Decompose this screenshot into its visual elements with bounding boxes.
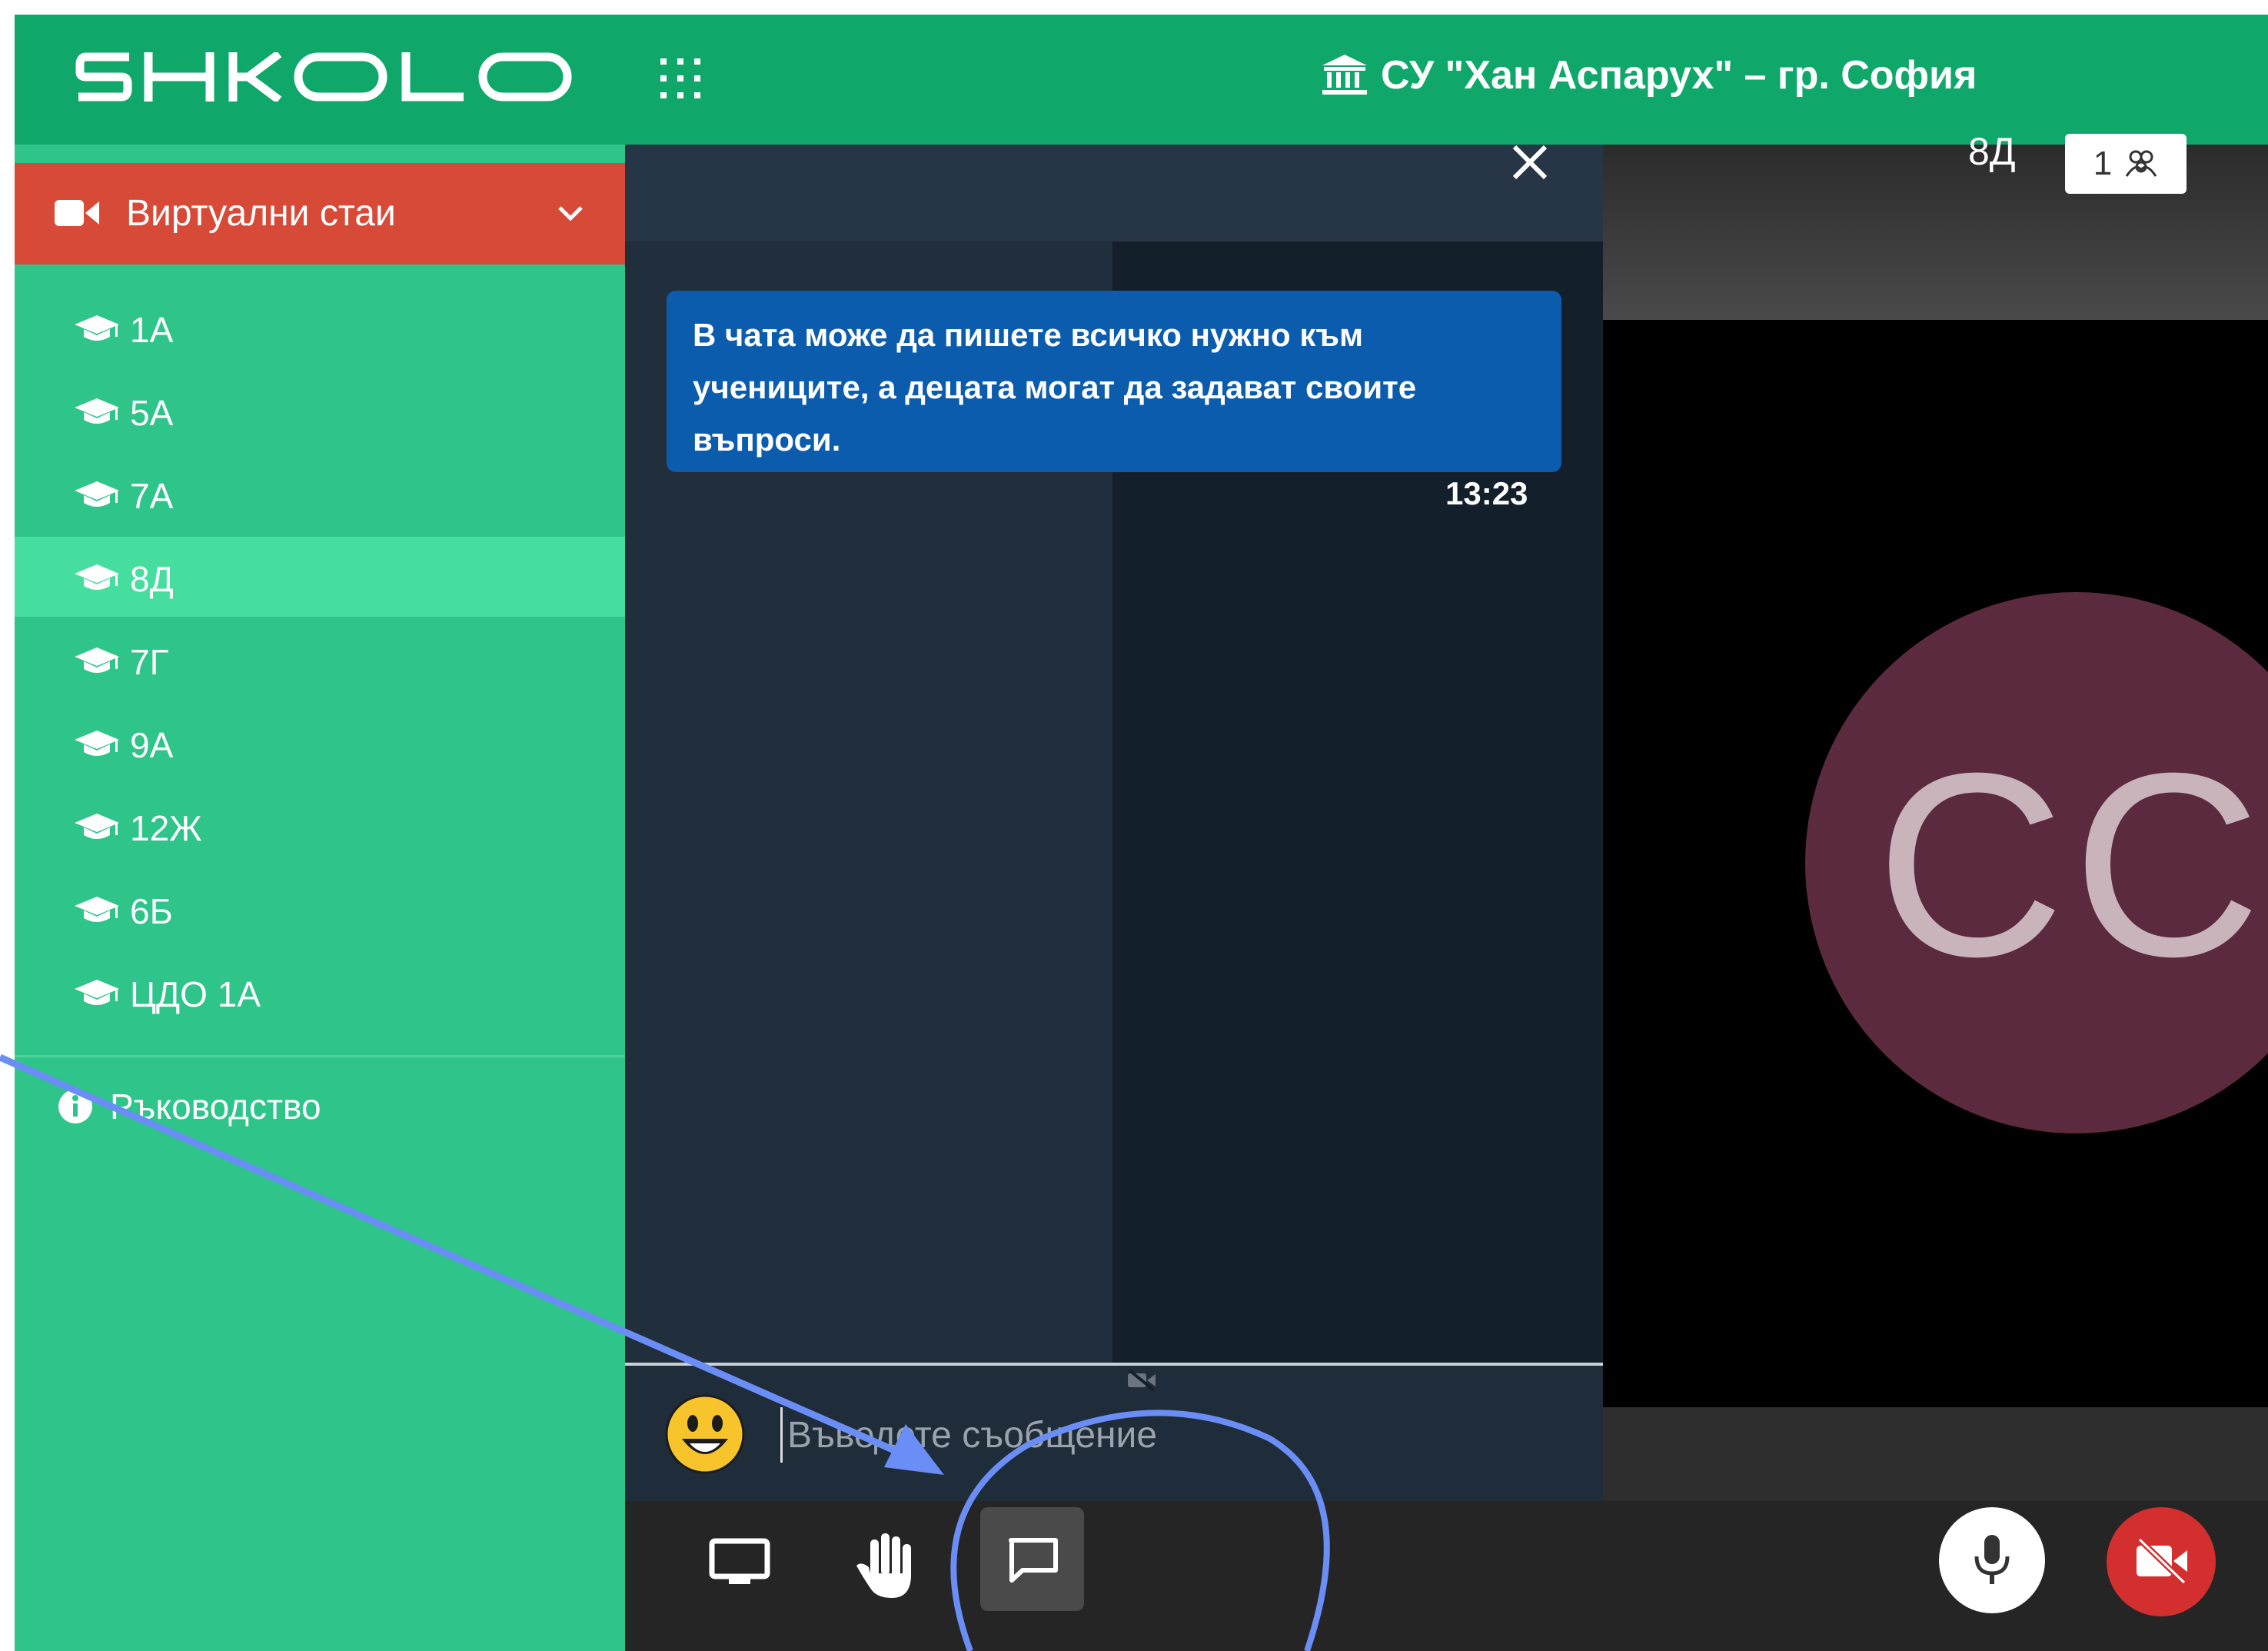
graduation-cap-icon bbox=[75, 814, 119, 839]
sidebar-item-class[interactable]: 6Б bbox=[15, 869, 625, 949]
graduation-cap-icon bbox=[75, 897, 119, 922]
chat-bubble-icon bbox=[1009, 1538, 1058, 1583]
class-label: 1А bbox=[130, 310, 174, 350]
bank-icon bbox=[1322, 55, 1367, 95]
chat-message-bubble: В чата може да пишете всичко нужно към у… bbox=[667, 291, 1561, 472]
camera-toggle-button[interactable] bbox=[2107, 1507, 2216, 1616]
class-label: 9А bbox=[130, 725, 174, 765]
class-label: 5А bbox=[130, 393, 174, 433]
graduation-cap-icon bbox=[75, 315, 119, 341]
participant-count: 1 bbox=[2093, 145, 2113, 182]
sidebar-item-class[interactable]: 8Д bbox=[15, 537, 625, 617]
sidebar-item-class[interactable]: 1А bbox=[15, 288, 625, 368]
sidebar-divider bbox=[15, 1055, 625, 1057]
video-bottom-strip bbox=[1603, 1407, 2268, 1501]
class-label: 7Г bbox=[130, 642, 169, 682]
class-label: 7А bbox=[130, 476, 174, 516]
sidebar-item-guide[interactable]: Ръководство bbox=[58, 1086, 321, 1127]
sidebar-item-class[interactable]: 9А bbox=[15, 703, 625, 783]
graduation-cap-icon bbox=[75, 481, 119, 507]
chat-message-time: 13:23 bbox=[1445, 475, 1528, 511]
video-camera-icon bbox=[55, 200, 99, 226]
chat-toggle-button[interactable] bbox=[980, 1507, 1084, 1611]
virtual-rooms-header[interactable]: Виртуални стаи bbox=[15, 163, 625, 265]
school-name-label: СУ "Хан Аспарух" – гр. София bbox=[1381, 53, 1977, 98]
apps-grid-icon[interactable] bbox=[657, 55, 703, 102]
monitor-icon[interactable] bbox=[709, 1538, 770, 1587]
school-name[interactable]: СУ "Хан Аспарух" – гр. София bbox=[1322, 45, 1977, 106]
class-label: 6Б bbox=[130, 891, 173, 931]
graduation-cap-icon bbox=[75, 564, 119, 590]
video-off-icon bbox=[2137, 1537, 2187, 1585]
chevron-down-icon[interactable] bbox=[557, 205, 584, 223]
graduation-cap-icon bbox=[75, 731, 119, 756]
graduation-cap-icon bbox=[75, 647, 119, 673]
room-name: 8Д bbox=[1968, 130, 2016, 173]
shkolo-logo[interactable] bbox=[75, 52, 575, 102]
guide-label: Ръководство bbox=[110, 1087, 321, 1127]
participant-count-badge[interactable]: 1 bbox=[2065, 134, 2187, 194]
sidebar-item-class[interactable]: 7Г bbox=[15, 620, 625, 700]
hand-icon[interactable] bbox=[853, 1530, 920, 1599]
video-off-small-icon bbox=[1128, 1369, 1156, 1392]
sidebar-item-class[interactable]: ЦДО 1А bbox=[15, 952, 625, 1032]
class-label: ЦДО 1А bbox=[130, 974, 261, 1014]
close-icon[interactable] bbox=[1503, 135, 1557, 189]
graduation-cap-icon bbox=[75, 398, 119, 424]
participants-icon bbox=[2125, 150, 2157, 177]
microphone-button[interactable] bbox=[1939, 1507, 2045, 1613]
sidebar-item-class[interactable]: 12Ж bbox=[15, 786, 625, 866]
virtual-rooms-label: Виртуални стаи bbox=[126, 193, 396, 234]
chat-header bbox=[625, 145, 1603, 241]
graduation-cap-icon bbox=[75, 980, 119, 1005]
avatar-initials: CC bbox=[1876, 719, 2268, 1011]
sidebar-item-class[interactable]: 7А bbox=[15, 454, 625, 534]
class-label: 12Ж bbox=[130, 808, 202, 848]
microphone-icon bbox=[1974, 1535, 2010, 1584]
sidebar-item-class[interactable]: 5А bbox=[15, 371, 625, 451]
chat-message-input[interactable] bbox=[780, 1407, 1542, 1463]
emoji-icon[interactable] bbox=[665, 1394, 745, 1474]
info-icon bbox=[58, 1090, 92, 1123]
class-label: 8Д bbox=[130, 559, 174, 599]
